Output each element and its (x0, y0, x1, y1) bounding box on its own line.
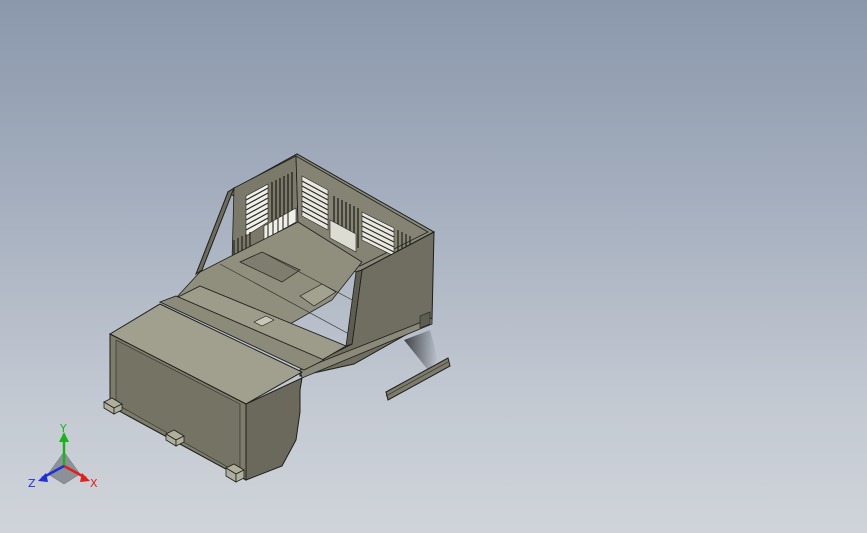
y-axis-label: Y (59, 422, 67, 435)
x-axis-label: X (90, 477, 98, 490)
graphics-viewport[interactable]: Y X Z (0, 0, 867, 533)
orientation-triad[interactable]: Y X Z (0, 0, 867, 533)
z-axis-label: Z (28, 477, 36, 490)
